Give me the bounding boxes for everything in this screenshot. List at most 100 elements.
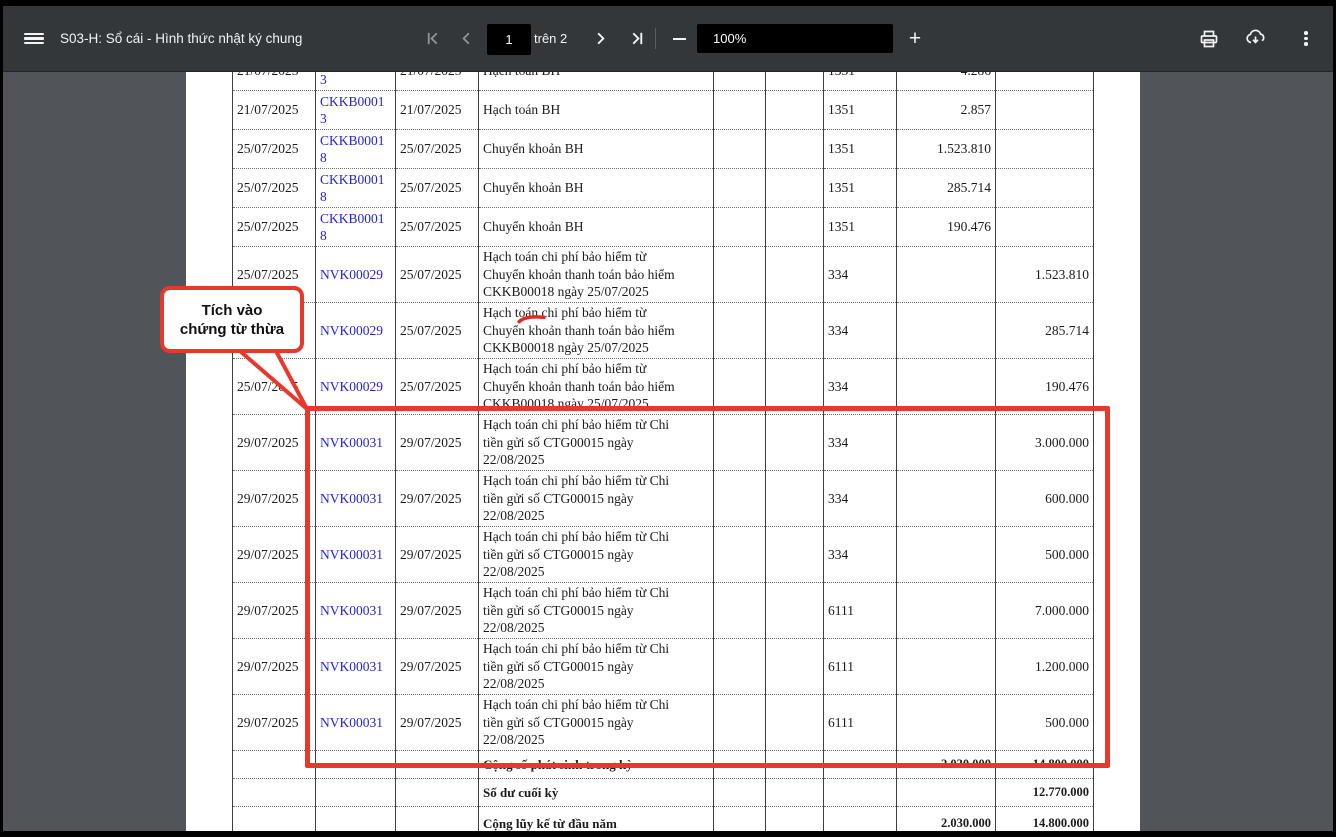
cell-credit-amount: 3.000.000 — [996, 415, 1094, 471]
cell-doc-number: NVK00029 — [316, 359, 396, 415]
doc-number-link[interactable]: NVK00029 — [320, 267, 383, 282]
cell-posting-date: 29/07/2025 — [233, 639, 316, 695]
last-page-icon[interactable] — [624, 6, 650, 71]
doc-number-link[interactable]: NVK00031 — [320, 715, 383, 730]
cell-debit-amount: 2.857 — [897, 91, 996, 130]
doc-number-link[interactable]: CKKB00013 — [320, 71, 385, 87]
cell-doc-date: 25/07/2025 — [396, 303, 479, 359]
doc-number-link[interactable]: NVK00031 — [320, 547, 383, 562]
cell-credit-amount: 500.000 — [996, 695, 1094, 751]
cell-empty — [714, 415, 766, 471]
doc-number-link[interactable]: NVK00029 — [320, 379, 383, 394]
cell-empty — [714, 169, 766, 208]
pdf-toolbar: S03-H: Sổ cái - Hình thức nhật ký chung … — [3, 6, 1333, 72]
cell-corresponding-account: 6111 — [824, 583, 897, 639]
ledger-row: 29/07/2025NVK0003129/07/2025Hạch toán ch… — [233, 695, 1094, 751]
cell-debit-amount — [897, 527, 996, 583]
page-count-label: trên 2 — [534, 6, 567, 71]
cell-empty — [233, 807, 316, 832]
cell-empty — [766, 91, 824, 130]
doc-number-link[interactable]: CKKB00018 — [320, 172, 385, 205]
cell-credit-amount: 7.000.000 — [996, 583, 1094, 639]
cell-description: Hạch toán chi phí bảo hiểm từChuyển khoả… — [479, 247, 714, 303]
print-icon[interactable] — [1197, 6, 1221, 71]
cell-doc-number: NVK00031 — [316, 527, 396, 583]
cell-credit-amount: 500.000 — [996, 527, 1094, 583]
zoom-out-icon[interactable] — [666, 6, 692, 71]
cell-posting-date: 29/07/2025 — [233, 583, 316, 639]
doc-number-link[interactable]: NVK00031 — [320, 659, 383, 674]
cell-empty — [714, 751, 766, 779]
doc-number-link[interactable]: CKKB00018 — [320, 133, 385, 166]
cell-empty — [714, 303, 766, 359]
doc-number-link[interactable]: NVK00031 — [320, 603, 383, 618]
cell-empty — [766, 247, 824, 303]
cell-posting-date: 25/07/2025 — [233, 359, 316, 415]
cell-empty — [824, 807, 897, 832]
cell-empty — [714, 695, 766, 751]
cell-empty — [714, 471, 766, 527]
cell-corresponding-account: 1351 — [824, 91, 897, 130]
cell-summary-debit — [897, 779, 996, 807]
cell-doc-date: 25/07/2025 — [396, 169, 479, 208]
page-number-input[interactable] — [487, 24, 531, 55]
ledger-row: 29/07/2025NVK0003129/07/2025Hạch toán ch… — [233, 583, 1094, 639]
cell-empty — [766, 71, 824, 91]
doc-number-link[interactable]: NVK00031 — [320, 491, 383, 506]
cell-credit-amount — [996, 71, 1094, 91]
cell-doc-date: 29/07/2025 — [396, 695, 479, 751]
cell-doc-number: NVK00031 — [316, 695, 396, 751]
zoom-level-select[interactable]: 100% — [697, 24, 893, 53]
cell-corresponding-account: 334 — [824, 359, 897, 415]
cell-posting-date: 29/07/2025 — [233, 527, 316, 583]
cell-description: Hạch toán BH — [479, 71, 714, 91]
cell-corresponding-account: 1351 — [824, 169, 897, 208]
ledger-row: 21/07/2025CKKB0001321/07/2025Hạch toán B… — [233, 91, 1094, 130]
first-page-icon[interactable] — [419, 6, 445, 71]
cell-summary-credit: 14.800.000 — [996, 807, 1094, 832]
doc-number-link[interactable]: NVK00031 — [320, 435, 383, 450]
cell-posting-date: 29/07/2025 — [233, 695, 316, 751]
cell-doc-date: 21/07/2025 — [396, 91, 479, 130]
cell-posting-date: 21/07/2025 — [233, 71, 316, 91]
cell-doc-date: 29/07/2025 — [396, 639, 479, 695]
cell-description: Hạch toán chi phí bảo hiểm từ Chitiền gử… — [479, 527, 714, 583]
more-options-icon[interactable] — [1294, 6, 1318, 71]
cell-corresponding-account: 6111 — [824, 639, 897, 695]
cell-empty — [714, 247, 766, 303]
cell-debit-amount — [897, 415, 996, 471]
cell-credit-amount: 190.476 — [996, 359, 1094, 415]
menu-icon[interactable] — [24, 6, 44, 71]
cell-empty — [766, 807, 824, 832]
cell-empty — [233, 751, 316, 779]
cell-posting-date: 25/07/2025 — [233, 169, 316, 208]
download-icon[interactable] — [1243, 6, 1267, 71]
cell-doc-number: CKKB00018 — [316, 208, 396, 247]
next-page-icon[interactable] — [587, 6, 613, 71]
previous-page-icon[interactable] — [453, 6, 479, 71]
cell-description: Hạch toán chi phí bảo hiểm từChuyển khoả… — [479, 359, 714, 415]
cell-description: Hạch toán chi phí bảo hiểm từ Chitiền gử… — [479, 695, 714, 751]
cell-debit-amount — [897, 359, 996, 415]
cell-empty — [824, 751, 897, 779]
cell-corresponding-account: 1351 — [824, 208, 897, 247]
ledger-row: 25/07/2025CKKB0001825/07/2025Chuyển khoả… — [233, 169, 1094, 208]
cell-empty — [766, 303, 824, 359]
cell-summary-debit: 2.030.000 — [897, 751, 996, 779]
cell-summary-label: Số dư cuối kỳ — [479, 779, 714, 807]
cell-corresponding-account: 6111 — [824, 695, 897, 751]
cell-empty — [766, 130, 824, 169]
zoom-in-icon[interactable]: + — [902, 6, 928, 71]
doc-number-link[interactable]: NVK00029 — [320, 323, 383, 338]
cell-doc-date: 29/07/2025 — [396, 527, 479, 583]
toolbar-divider — [655, 28, 656, 49]
callout-text-line1: Tích vào — [202, 301, 263, 320]
ledger-row: 29/07/2025NVK0003129/07/2025Hạch toán ch… — [233, 471, 1094, 527]
cell-empty — [714, 130, 766, 169]
ledger-summary-row: Cộng lũy kế từ đầu năm2.030.00014.800.00… — [233, 807, 1094, 832]
doc-number-link[interactable]: CKKB00018 — [320, 211, 385, 244]
doc-number-link[interactable]: CKKB00013 — [320, 94, 385, 127]
ledger-row: 29/07/2025NVK0003129/07/2025Hạch toán ch… — [233, 527, 1094, 583]
cell-doc-number: NVK00031 — [316, 583, 396, 639]
cell-empty — [714, 91, 766, 130]
